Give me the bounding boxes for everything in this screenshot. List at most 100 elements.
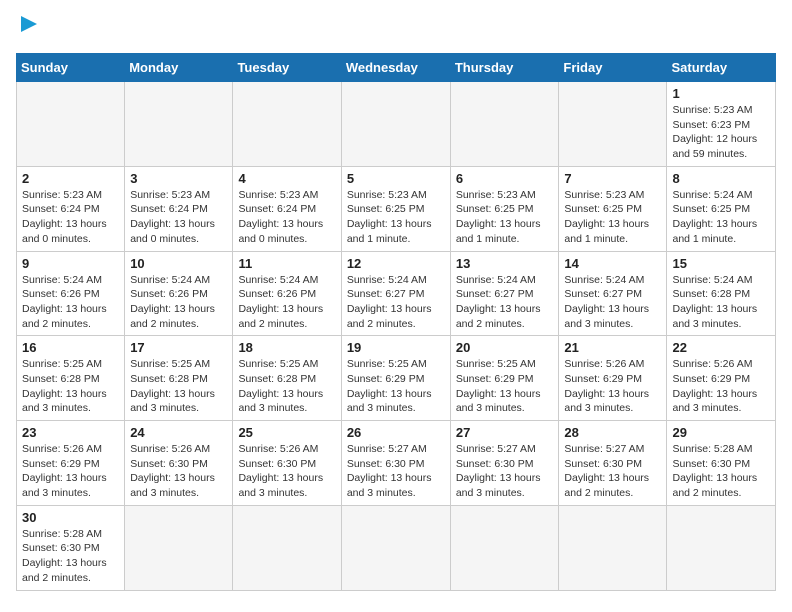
day-info: Sunrise: 5:24 AMSunset: 6:27 PMDaylight:… — [347, 273, 445, 332]
calendar-header-tuesday: Tuesday — [233, 54, 341, 82]
calendar-week-2: 2 Sunrise: 5:23 AMSunset: 6:24 PMDaylight… — [17, 166, 776, 251]
day-info: Sunrise: 5:26 AMSunset: 6:30 PMDaylight:… — [238, 442, 335, 501]
day-number: 18 — [238, 340, 335, 355]
calendar-cell: 5Sunrise: 5:23 AMSunset: 6:25 PMDaylight… — [341, 166, 450, 251]
calendar-cell — [450, 82, 559, 167]
calendar-cell: 9 Sunrise: 5:24 AMSunset: 6:26 PMDaylight… — [17, 251, 125, 336]
calendar-cell: 8 Sunrise: 5:24 AMSunset: 6:25 PMDaylight… — [667, 166, 776, 251]
calendar-cell: 12 Sunrise: 5:24 AMSunset: 6:27 PMDayligh… — [341, 251, 450, 336]
day-number: 25 — [238, 425, 335, 440]
calendar-header-friday: Friday — [559, 54, 667, 82]
day-info: Sunrise: 5:26 AMSunset: 6:29 PMDaylight:… — [564, 357, 661, 416]
day-info: Sunrise: 5:24 AMSunset: 6:25 PMDaylight:… — [672, 188, 770, 247]
day-number: 5 — [347, 171, 445, 186]
day-number: 14 — [564, 256, 661, 271]
calendar-cell — [559, 82, 667, 167]
day-number: 29 — [672, 425, 770, 440]
day-number: 9 — [22, 256, 119, 271]
logo — [16, 16, 39, 45]
day-info: Sunrise: 5:28 AMSunset: 6:30 PMDaylight:… — [22, 527, 119, 586]
day-info: Sunrise: 5:23 AMSunset: 6:24 PMDaylight:… — [238, 188, 335, 247]
day-info: Sunrise: 5:23 AMSunset: 6:24 PMDaylight:… — [130, 188, 227, 247]
calendar-header-sunday: Sunday — [17, 54, 125, 82]
calendar-cell: 13 Sunrise: 5:24 AMSunset: 6:27 PMDayligh… — [450, 251, 559, 336]
day-info: Sunrise: 5:24 AMSunset: 6:26 PMDaylight:… — [22, 273, 119, 332]
header — [16, 16, 776, 45]
calendar-cell — [450, 505, 559, 590]
day-number: 8 — [672, 171, 770, 186]
day-number: 3 — [130, 171, 227, 186]
calendar-cell: 29 Sunrise: 5:28 AMSunset: 6:30 PMDayligh… — [667, 421, 776, 506]
calendar-week-3: 9 Sunrise: 5:24 AMSunset: 6:26 PMDaylight… — [17, 251, 776, 336]
calendar-cell: 16Sunrise: 5:25 AMSunset: 6:28 PMDayligh… — [17, 336, 125, 421]
day-info: Sunrise: 5:26 AMSunset: 6:29 PMDaylight:… — [672, 357, 770, 416]
calendar-header-wednesday: Wednesday — [341, 54, 450, 82]
day-number: 13 — [456, 256, 554, 271]
day-number: 24 — [130, 425, 227, 440]
calendar-cell: 18 Sunrise: 5:25 AMSunset: 6:28 PMDayligh… — [233, 336, 341, 421]
day-info: Sunrise: 5:27 AMSunset: 6:30 PMDaylight:… — [564, 442, 661, 501]
calendar-header-thursday: Thursday — [450, 54, 559, 82]
calendar-cell — [125, 82, 233, 167]
day-number: 2 — [22, 171, 119, 186]
calendar-cell: 4Sunrise: 5:23 AMSunset: 6:24 PMDaylight… — [233, 166, 341, 251]
day-number: 7 — [564, 171, 661, 186]
calendar-week-5: 23Sunrise: 5:26 AMSunset: 6:29 PMDayligh… — [17, 421, 776, 506]
calendar-cell — [559, 505, 667, 590]
calendar-week-1: 1 Sunrise: 5:23 AMSunset: 6:23 PMDaylight… — [17, 82, 776, 167]
day-number: 12 — [347, 256, 445, 271]
calendar-cell: 10 Sunrise: 5:24 AMSunset: 6:26 PMDayligh… — [125, 251, 233, 336]
day-info: Sunrise: 5:26 AMSunset: 6:29 PMDaylight:… — [22, 442, 119, 501]
day-info: Sunrise: 5:24 AMSunset: 6:28 PMDaylight:… — [672, 273, 770, 332]
calendar-cell: 17 Sunrise: 5:25 AMSunset: 6:28 PMDayligh… — [125, 336, 233, 421]
day-number: 11 — [238, 256, 335, 271]
calendar-cell: 20Sunrise: 5:25 AMSunset: 6:29 PMDayligh… — [450, 336, 559, 421]
calendar-cell — [341, 505, 450, 590]
calendar-cell: 22 Sunrise: 5:26 AMSunset: 6:29 PMDayligh… — [667, 336, 776, 421]
calendar-cell: 1 Sunrise: 5:23 AMSunset: 6:23 PMDaylight… — [667, 82, 776, 167]
calendar-cell — [17, 82, 125, 167]
calendar-cell: 26 Sunrise: 5:27 AMSunset: 6:30 PMDayligh… — [341, 421, 450, 506]
day-info: Sunrise: 5:24 AMSunset: 6:26 PMDaylight:… — [130, 273, 227, 332]
calendar-cell: 14 Sunrise: 5:24 AMSunset: 6:27 PMDayligh… — [559, 251, 667, 336]
day-number: 22 — [672, 340, 770, 355]
calendar-cell: 6Sunrise: 5:23 AMSunset: 6:25 PMDaylight… — [450, 166, 559, 251]
calendar-cell — [233, 505, 341, 590]
logo-flag-icon — [19, 14, 39, 39]
day-info: Sunrise: 5:28 AMSunset: 6:30 PMDaylight:… — [672, 442, 770, 501]
calendar-cell — [233, 82, 341, 167]
calendar-cell: 7 Sunrise: 5:23 AMSunset: 6:25 PMDaylight… — [559, 166, 667, 251]
day-info: Sunrise: 5:25 AMSunset: 6:28 PMDaylight:… — [238, 357, 335, 416]
calendar-week-6: 30Sunrise: 5:28 AMSunset: 6:30 PMDayligh… — [17, 505, 776, 590]
day-number: 27 — [456, 425, 554, 440]
calendar-cell: 19 Sunrise: 5:25 AMSunset: 6:29 PMDayligh… — [341, 336, 450, 421]
day-info: Sunrise: 5:23 AMSunset: 6:25 PMDaylight:… — [564, 188, 661, 247]
day-number: 15 — [672, 256, 770, 271]
day-info: Sunrise: 5:25 AMSunset: 6:28 PMDaylight:… — [22, 357, 119, 416]
calendar-cell — [125, 505, 233, 590]
day-info: Sunrise: 5:24 AMSunset: 6:27 PMDaylight:… — [564, 273, 661, 332]
day-info: Sunrise: 5:25 AMSunset: 6:29 PMDaylight:… — [456, 357, 554, 416]
day-info: Sunrise: 5:25 AMSunset: 6:29 PMDaylight:… — [347, 357, 445, 416]
day-info: Sunrise: 5:25 AMSunset: 6:28 PMDaylight:… — [130, 357, 227, 416]
calendar-header-monday: Monday — [125, 54, 233, 82]
day-number: 10 — [130, 256, 227, 271]
day-info: Sunrise: 5:24 AMSunset: 6:26 PMDaylight:… — [238, 273, 335, 332]
calendar-cell: 28Sunrise: 5:27 AMSunset: 6:30 PMDayligh… — [559, 421, 667, 506]
day-info: Sunrise: 5:27 AMSunset: 6:30 PMDaylight:… — [347, 442, 445, 501]
calendar-cell: 15 Sunrise: 5:24 AMSunset: 6:28 PMDayligh… — [667, 251, 776, 336]
day-number: 19 — [347, 340, 445, 355]
calendar: SundayMondayTuesdayWednesdayThursdayFrid… — [16, 53, 776, 591]
calendar-cell: 21Sunrise: 5:26 AMSunset: 6:29 PMDayligh… — [559, 336, 667, 421]
day-info: Sunrise: 5:23 AMSunset: 6:24 PMDaylight:… — [22, 188, 119, 247]
calendar-cell: 27Sunrise: 5:27 AMSunset: 6:30 PMDayligh… — [450, 421, 559, 506]
day-number: 17 — [130, 340, 227, 355]
calendar-cell: 30Sunrise: 5:28 AMSunset: 6:30 PMDayligh… — [17, 505, 125, 590]
day-number: 1 — [672, 86, 770, 101]
day-number: 26 — [347, 425, 445, 440]
calendar-cell: 11 Sunrise: 5:24 AMSunset: 6:26 PMDayligh… — [233, 251, 341, 336]
calendar-cell: 23Sunrise: 5:26 AMSunset: 6:29 PMDayligh… — [17, 421, 125, 506]
day-info: Sunrise: 5:23 AMSunset: 6:23 PMDaylight:… — [672, 103, 770, 162]
day-info: Sunrise: 5:24 AMSunset: 6:27 PMDaylight:… — [456, 273, 554, 332]
calendar-cell: 24Sunrise: 5:26 AMSunset: 6:30 PMDayligh… — [125, 421, 233, 506]
